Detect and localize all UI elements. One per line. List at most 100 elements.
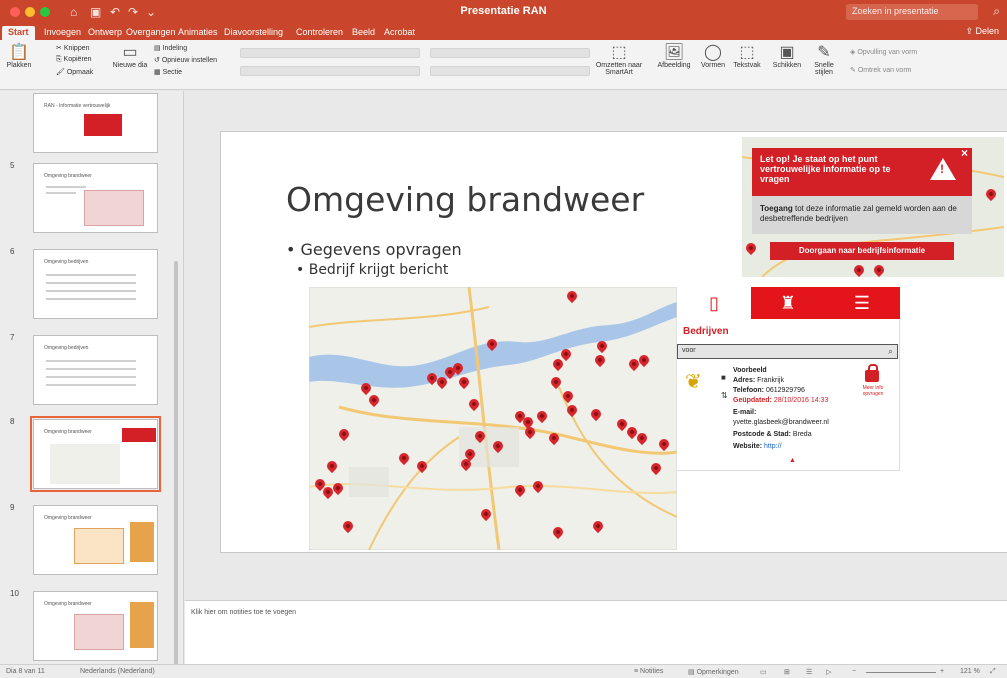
company-name: Voorbeeld [733, 367, 767, 374]
slide-thumbnail[interactable]: Omgeving bedrijven [33, 335, 158, 405]
normal-view-icon[interactable]: ▭ [760, 668, 767, 676]
company-panel: ▯ ♜ ☰ Bedrijven voor ⌕ ❦ ■ ⇅ Voorbeeld A… [677, 287, 900, 471]
tab-invoegen[interactable]: Invoegen [38, 26, 87, 38]
alert-message: Let op! Je staat op het punt vertrouweli… [760, 154, 891, 184]
quick-styles-button[interactable]: ✎ Snelle stijlen [806, 42, 842, 76]
bullet-level-2[interactable]: • Bedrijf krijgt bericht [296, 262, 448, 278]
zoom-slider[interactable] [866, 672, 936, 673]
slide-thumbnail-selected[interactable]: Omgeving brandweer [30, 416, 161, 492]
reading-view-icon[interactable]: ☰ [806, 668, 812, 676]
alert-body: Toegang tot deze informatie zal gemeld w… [752, 196, 972, 234]
copy-button[interactable]: ⎘ Kopiëren [56, 56, 92, 64]
notes-button[interactable]: ≡ Notities [634, 668, 663, 675]
road-line [309, 306, 490, 328]
panel-tabs: ▯ ♜ ☰ [677, 287, 900, 319]
fit-slide-icon[interactable]: ⤢ [990, 668, 996, 676]
alignment-controls[interactable] [430, 66, 590, 76]
smartart-icon: ⬚ [611, 44, 627, 61]
sort-icon: ⇅ [721, 391, 728, 400]
tab-phone[interactable]: ▯ [677, 287, 751, 319]
shapes-button[interactable]: ◯ Vormen [696, 42, 730, 69]
thumbnail-red-block [84, 114, 122, 136]
tab-animaties[interactable]: Animaties [172, 26, 224, 38]
arrange-icon: ▣ [779, 44, 795, 61]
quick-styles-icon: ✎ [817, 44, 831, 61]
font-controls[interactable] [240, 48, 420, 58]
tab-start[interactable]: Start [2, 26, 35, 40]
slideshow-icon[interactable]: ▷ [826, 668, 831, 676]
lock-icon[interactable] [865, 364, 879, 382]
slide-counter: Dia 8 van 11 [6, 668, 45, 675]
clipboard-icon: 📋 [9, 44, 29, 61]
close-icon[interactable]: × [961, 147, 968, 159]
cut-button[interactable]: ✂ Knippen [56, 44, 90, 52]
section-button[interactable]: ▦ Sectie [154, 68, 182, 76]
continue-button[interactable]: Doorgaan naar bedrijfsinformatie [770, 242, 954, 260]
format-painter-button[interactable]: 🖌 Opmaak [56, 68, 93, 76]
zoom-out-icon[interactable]: − [852, 668, 856, 675]
language-indicator[interactable]: Nederlands (Nederland) [80, 668, 155, 675]
request-info-label[interactable]: Meer info opvragen [853, 385, 893, 397]
tab-list[interactable]: ☰ [825, 287, 899, 319]
reset-button[interactable]: ↺ Opnieuw instellen [154, 56, 217, 64]
company-city: Breda [792, 431, 812, 438]
slide-thumbnail[interactable]: Omgeving brandweer [33, 505, 158, 575]
slide-thumbnail[interactable]: Omgeving bedrijven [33, 249, 158, 319]
company-phone: 0612929796 [765, 387, 805, 394]
ribbon: 📋 Plakken ✂ Knippen ⎘ Kopiëren 🖌 Opmaak … [0, 40, 1007, 90]
share-button[interactable]: ⇪ Delen [965, 26, 999, 37]
notes-placeholder: Klik hier om notities toe te voegen [191, 609, 297, 616]
comments-button[interactable]: ▤ Opmerkingen [688, 668, 739, 676]
slide-thumbnail[interactable]: Omgeving brandweer [33, 591, 158, 661]
slide-title[interactable]: Omgeving brandweer [286, 180, 644, 219]
notes-pane[interactable]: Klik hier om notities toe te voegen [185, 600, 1007, 664]
bullet-level-1[interactable]: • Gegevens opvragen [286, 240, 462, 259]
new-slide-button[interactable]: ▭ Nieuwe dia [112, 42, 148, 69]
company-address: Frankrijk [757, 377, 784, 384]
paragraph-controls[interactable] [430, 48, 590, 58]
paste-button[interactable]: 📋 Plakken [4, 42, 34, 69]
chevron-up-icon[interactable]: ▲ [789, 457, 796, 464]
company-website-link[interactable]: http:// [764, 443, 782, 450]
slide-thumbnail-pane: RAN - Informatie vertrouwelijk 5 Omgevin… [0, 91, 184, 664]
textbox-icon: ⬚ [739, 44, 755, 61]
picture-button[interactable]: 🖼 Afbeelding [654, 42, 694, 69]
phone-icon: ▯ [709, 293, 719, 313]
tab-firefighter[interactable]: ♜ [751, 287, 825, 319]
slide-sorter-icon[interactable]: ⊞ [784, 668, 790, 676]
arrange-button[interactable]: ▣ Schikken [770, 42, 804, 69]
search-input[interactable]: Zoeken in presentatie ⌕ [846, 4, 1000, 20]
tab-controleren[interactable]: Controleren [290, 26, 349, 38]
slide-thumbnail[interactable]: Omgeving brandweer [33, 163, 158, 233]
thumbnail-scrollbar[interactable] [174, 261, 178, 664]
picture-icon: 🖼 [663, 44, 685, 61]
list-icon: ☰ [853, 293, 871, 313]
shape-outline-button[interactable]: ✎ Omtrek van vorm [850, 66, 912, 74]
city-area [349, 467, 389, 497]
slide-thumbnail[interactable]: RAN - Informatie vertrouwelijk [33, 93, 158, 153]
tab-acrobat[interactable]: Acrobat [378, 26, 421, 38]
company-search-input[interactable]: voor ⌕ [677, 344, 898, 359]
font-format-controls[interactable] [240, 66, 420, 76]
map-image[interactable] [309, 287, 677, 550]
new-slide-icon: ▭ [122, 44, 138, 61]
building-icon: ■ [721, 373, 726, 382]
tab-diavoorstelling[interactable]: Diavoorstelling [218, 26, 289, 38]
tab-beeld[interactable]: Beeld [346, 26, 381, 38]
zoom-level[interactable]: 121 % [960, 668, 980, 675]
alert-warning-banner: Let op! Je staat op het punt vertrouweli… [752, 147, 972, 196]
ribbon-tabs: Start Invoegen Ontwerp Overgangen Animat… [0, 24, 1007, 40]
shape-fill-button[interactable]: ◈ Opvulling van vorm [850, 48, 917, 56]
warning-icon: ! [930, 158, 956, 180]
title-bar: ⌂ ▣ ↶ ↷ ⌄ Presentatie RAN Zoeken in pres… [0, 0, 1007, 24]
textbox-button[interactable]: ⬚ Tekstvak [730, 42, 764, 69]
company-email[interactable]: yvette.glasbeek@brandweer.nl [733, 419, 829, 426]
panel-heading: Bedrijven [683, 326, 729, 337]
fire-department-logo: ❦ [685, 371, 702, 393]
convert-smartart-button[interactable]: ⬚ Omzetten naar SmartArt [594, 42, 644, 76]
layout-button[interactable]: ▤ Indeling [154, 44, 187, 52]
search-icon: ⌕ [993, 4, 1000, 18]
company-updated: 28/10/2016 14:33 [773, 397, 829, 404]
zoom-in-icon[interactable]: + [940, 668, 944, 675]
shapes-icon: ◯ [704, 44, 722, 61]
